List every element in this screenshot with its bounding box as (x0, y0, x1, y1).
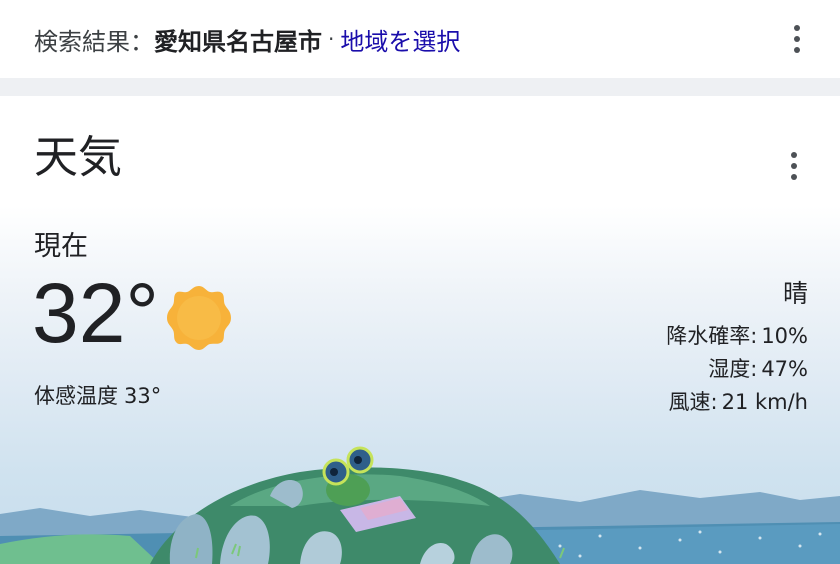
search-prefix: 検索結果： (34, 27, 154, 56)
section-divider (0, 78, 840, 96)
precipitation-row: 降水確率: 10% (666, 320, 808, 353)
more-options-icon[interactable] (792, 25, 802, 53)
precipitation-value: 10% (761, 324, 808, 348)
feels-like-label: 体感温度 (34, 384, 118, 408)
weather-more-options-icon[interactable] (789, 152, 799, 180)
weather-card: 天気 現在 32° 体感温度 33° 晴 降水確率: 10% 湿度: 47% 風速: 2… (0, 96, 840, 564)
wind-row: 風速: 21 km/h (666, 386, 808, 419)
weather-condition: 晴 (782, 279, 808, 308)
current-label: 現在 (34, 231, 88, 262)
wind-value: 21 km/h (721, 390, 808, 414)
precipitation-label: 降水確率: (666, 324, 758, 348)
search-location-bar: 検索結果： 愛知県名古屋市 · 地域を選択 (0, 0, 840, 78)
humidity-label: 湿度: (708, 357, 758, 381)
separator-dot: · (328, 27, 335, 51)
humidity-value: 47% (761, 357, 808, 381)
sun-icon (167, 286, 231, 350)
wind-label: 風速: (668, 390, 718, 414)
current-temperature: 32° (32, 266, 160, 360)
humidity-row: 湿度: 47% (666, 353, 808, 386)
weather-illustration (0, 446, 840, 564)
weather-title: 天気 (34, 132, 122, 183)
select-region-link[interactable]: 地域を選択 (340, 22, 460, 57)
search-location: 愛知県名古屋市 (154, 27, 322, 56)
feels-like-value: 33° (124, 384, 162, 408)
weather-stats: 降水確率: 10% 湿度: 47% 風速: 21 km/h (666, 320, 808, 419)
feels-like: 体感温度 33° (34, 380, 161, 410)
